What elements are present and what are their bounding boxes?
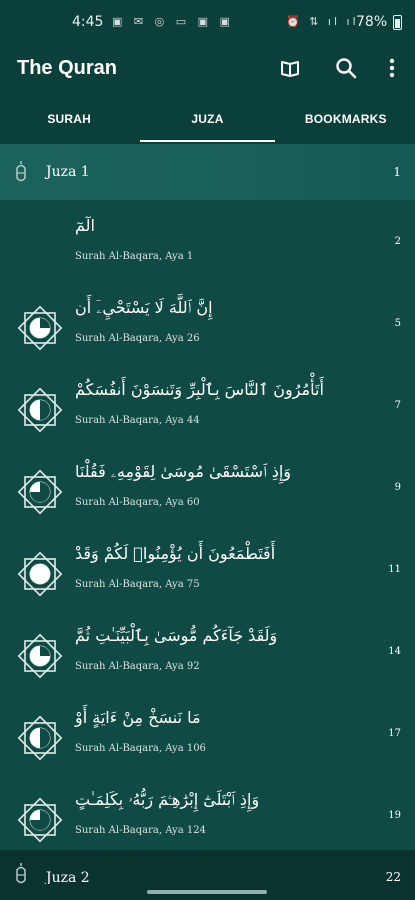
app-bar: The Quran <box>0 44 415 94</box>
page-number: 14 <box>388 646 401 657</box>
book-icon <box>281 61 299 77</box>
list-item[interactable]: وَإِذِ ٱبْتَلَىٰٓ إِبْرَٰهِـۧمَ رَبُّهُۥ… <box>0 780 415 860</box>
arabic-text: وَإِذِ ٱسْتَسْقَىٰ مُوسَىٰ لِقَوْمِهِۦ ف… <box>75 462 292 481</box>
surah-reference: Surah Al-Baqara, Aya 106 <box>75 743 206 754</box>
surah-reference: Surah Al-Baqara, Aya 44 <box>75 415 200 426</box>
surah-reference: Surah Al-Baqara, Aya 60 <box>75 497 200 508</box>
notification-icons: ▣ ✉ ◎ ▭ ▣ ▣ <box>112 15 234 28</box>
page-number: 5 <box>394 318 401 329</box>
battery-level: 78% <box>356 14 388 30</box>
surah-reference: Surah Al-Baqara, Aya 75 <box>75 579 200 590</box>
tab-surah[interactable]: SURAH <box>0 94 138 144</box>
list-item[interactable]: إِنَّ ٱللَّهَ لَا يَسْتَحْيِۦٓ أَن Surah… <box>0 288 415 368</box>
app-title: The Quran <box>17 57 118 79</box>
juza-page: 22 <box>385 870 401 884</box>
list-item[interactable]: وَإِذِ ٱسْتَسْقَىٰ مُوسَىٰ لِقَوْمِهِۦ ف… <box>0 452 415 532</box>
page-number: 17 <box>388 728 401 739</box>
search-button[interactable] <box>330 52 362 84</box>
list-item[interactable]: مَا نَنسَخْ مِنْ ءَايَةٍ أَوْ Surah Al-B… <box>0 698 415 778</box>
hizb-three-quarter-icon <box>17 469 63 515</box>
juza-header-1[interactable]: Juza 1 1 <box>0 144 415 200</box>
tab-bar: SURAH JUZA BOOKMARKS <box>0 94 415 144</box>
battery-icon <box>393 15 402 30</box>
arabic-text: إِنَّ ٱللَّهَ لَا يَسْتَحْيِۦٓ أَن <box>75 298 213 317</box>
arabic-text: أَتَأْمُرُونَ ٱلنَّاسَ بِٱلْبِرِّ وَتَنس… <box>75 380 324 399</box>
tab-bookmarks[interactable]: BOOKMARKS <box>277 94 415 144</box>
surah-reference: Surah Al-Baqara, Aya 26 <box>75 333 200 344</box>
more-options-button[interactable] <box>376 52 408 84</box>
juza-icon <box>16 863 26 884</box>
page-number: 2 <box>394 236 401 247</box>
search-icon <box>336 58 357 79</box>
arabic-text: الٓمٓ <box>75 216 95 235</box>
arabic-text: وَإِذِ ٱبْتَلَىٰٓ إِبْرَٰهِـۧمَ رَبُّهُۥ… <box>75 790 260 809</box>
status-bar: 4:45 ▣ ✉ ◎ ▭ ▣ ▣ ⏰ ⇅ ıl ıl 78% <box>0 0 415 44</box>
hizb-half-icon <box>17 715 63 761</box>
surah-reference: Surah Al-Baqara, Aya 1 <box>75 251 194 262</box>
home-gesture-handle[interactable] <box>147 890 267 894</box>
hizb-half-icon <box>17 387 63 433</box>
page-number: 11 <box>388 564 401 575</box>
surah-reference: Surah Al-Baqara, Aya 124 <box>75 825 206 836</box>
hizb-icon <box>17 551 63 597</box>
list-item[interactable]: أَفَتَطْمَعُونَ أَن يُؤْمِنُوا۟ لَكُمْ و… <box>0 534 415 614</box>
hizb-quarter-icon <box>17 305 63 351</box>
page-number: 7 <box>394 400 401 411</box>
list-item[interactable]: أَتَأْمُرُونَ ٱلنَّاسَ بِٱلْبِرِّ وَتَنس… <box>0 370 415 450</box>
page-number: 9 <box>394 482 401 493</box>
system-icons: ⏰ ⇅ ıl ıl <box>286 15 359 28</box>
hizb-three-quarter-icon <box>17 797 63 843</box>
page-number: 19 <box>388 810 401 821</box>
juza-title: Juza 1 <box>46 164 90 180</box>
surah-reference: Surah Al-Baqara, Aya 92 <box>75 661 200 672</box>
arabic-text: مَا نَنسَخْ مِنْ ءَايَةٍ أَوْ <box>75 708 201 727</box>
more-vert-icon <box>389 58 395 78</box>
status-time: 4:45 <box>72 14 104 30</box>
list-item[interactable]: الٓمٓ Surah Al-Baqara, Aya 1 2 <box>0 206 415 286</box>
book-button[interactable] <box>274 52 306 84</box>
list-item[interactable]: وَلَقَدْ جَآءَكُم مُّوسَىٰ بِٱلْبَيِّنَـ… <box>0 616 415 696</box>
hizb-quarter-icon <box>17 633 63 679</box>
tab-juza[interactable]: JUZA <box>138 94 276 144</box>
arabic-text: وَلَقَدْ جَآءَكُم مُّوسَىٰ بِٱلْبَيِّنَـ… <box>75 626 278 645</box>
juza-icon <box>16 161 26 182</box>
juza-page: 1 <box>393 165 401 179</box>
arabic-text: أَفَتَطْمَعُونَ أَن يُؤْمِنُوا۟ لَكُمْ و… <box>75 544 276 563</box>
